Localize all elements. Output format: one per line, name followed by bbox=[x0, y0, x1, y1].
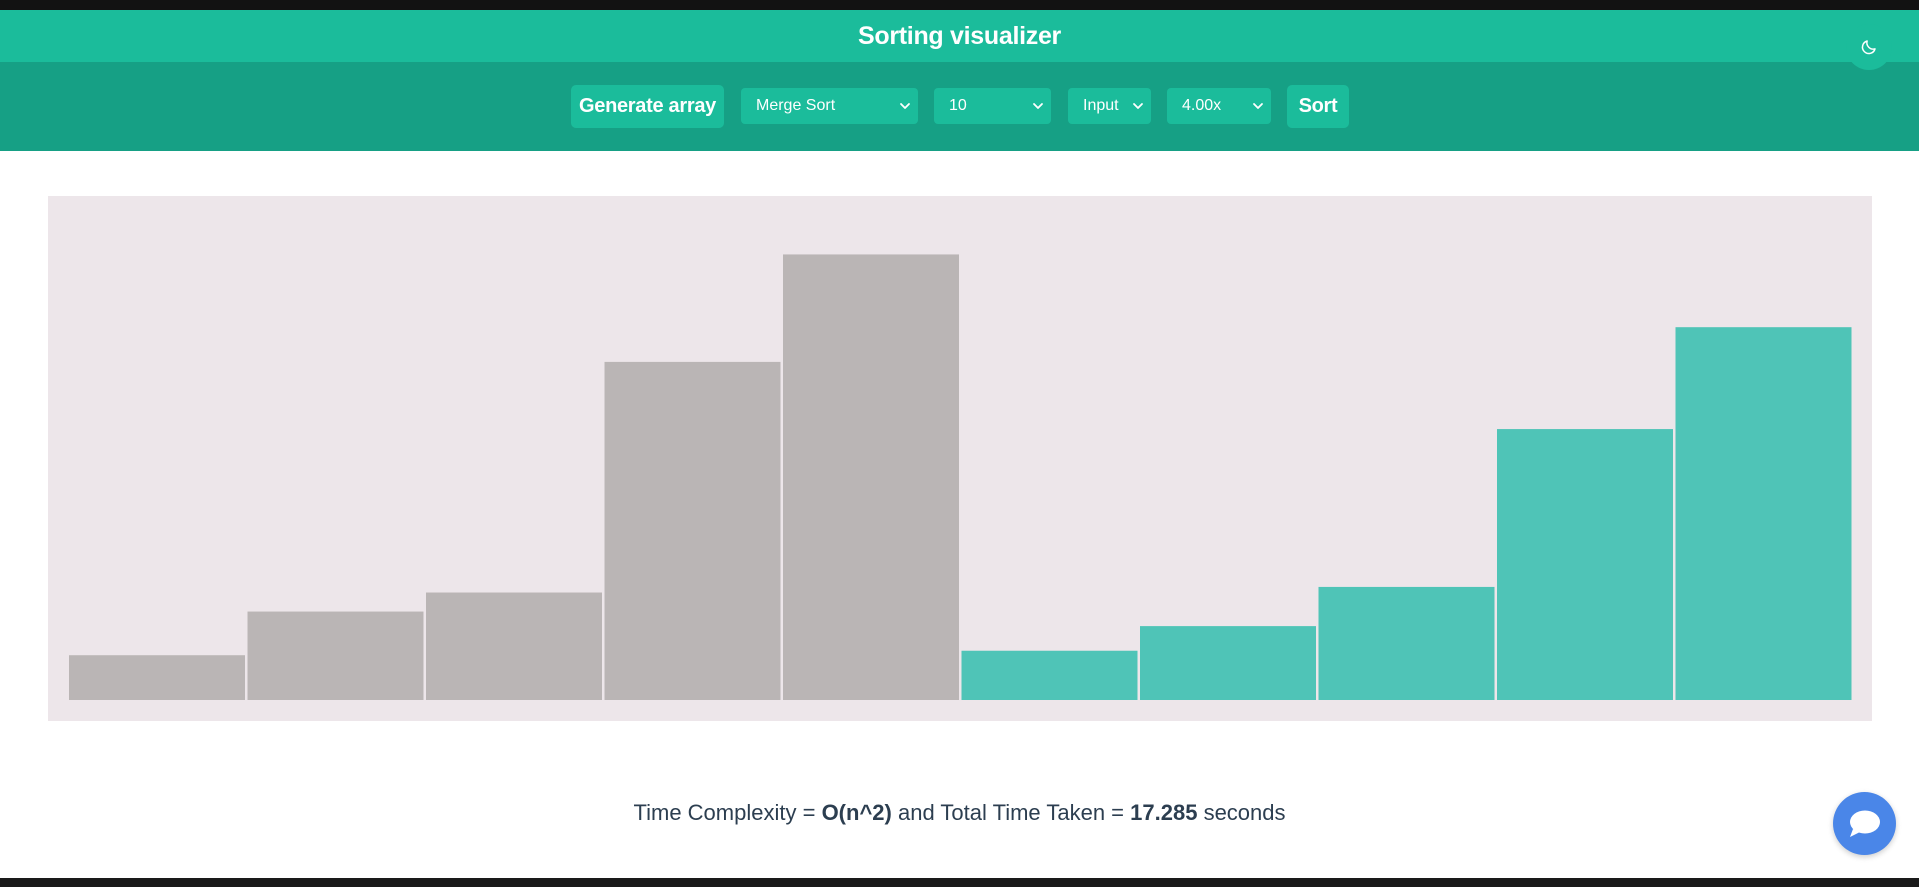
bar-9 bbox=[1497, 429, 1673, 700]
bar-1 bbox=[69, 655, 245, 700]
page-title: Sorting visualizer bbox=[858, 21, 1061, 50]
array-size-select[interactable]: 10 bbox=[934, 88, 1051, 124]
bar-chart bbox=[69, 254, 1852, 701]
complexity-prefix: Time Complexity = bbox=[633, 800, 822, 825]
moon-icon bbox=[1861, 40, 1876, 55]
chevron-down-icon bbox=[1133, 103, 1143, 109]
browser-bottom-strip bbox=[0, 878, 1919, 887]
status-suffix: seconds bbox=[1197, 800, 1286, 825]
time-taken-value: 17.285 bbox=[1130, 800, 1198, 825]
bar-chart-area bbox=[48, 196, 1872, 721]
chat-bubble-icon bbox=[1849, 810, 1880, 837]
theme-toggle-button[interactable] bbox=[1846, 24, 1892, 70]
algorithm-select-value: Merge Sort bbox=[756, 97, 836, 114]
bar-6 bbox=[961, 650, 1138, 700]
sort-button[interactable]: Sort bbox=[1287, 85, 1349, 128]
status-middle-text: and Total Time Taken = bbox=[891, 800, 1131, 825]
speed-select-value: 4.00x bbox=[1182, 97, 1222, 114]
bar-3 bbox=[426, 592, 602, 700]
bar-5 bbox=[783, 254, 959, 701]
chevron-down-icon bbox=[1253, 103, 1263, 109]
chat-button[interactable] bbox=[1833, 792, 1896, 855]
chevron-down-icon bbox=[1033, 103, 1043, 109]
generate-array-button[interactable]: Generate array bbox=[571, 85, 724, 128]
mode-select-value: Input bbox=[1083, 97, 1119, 114]
time-complexity-value: O(n^2) bbox=[821, 800, 892, 825]
chevron-down-icon bbox=[900, 103, 910, 109]
title-bar: Sorting visualizer bbox=[0, 10, 1919, 62]
browser-top-strip bbox=[0, 0, 1919, 10]
bar-4 bbox=[604, 361, 781, 700]
speed-select[interactable]: 4.00x bbox=[1167, 88, 1271, 124]
status-line: Time Complexity = O(n^2) and Total Time … bbox=[0, 800, 1919, 826]
array-size-select-value: 10 bbox=[949, 97, 967, 114]
bar-7 bbox=[1140, 626, 1316, 700]
mode-select[interactable]: Input bbox=[1068, 88, 1151, 124]
bar-10 bbox=[1675, 327, 1852, 700]
bar-8 bbox=[1318, 586, 1495, 700]
bar-2 bbox=[247, 611, 424, 700]
algorithm-select[interactable]: Merge Sort bbox=[741, 88, 918, 124]
